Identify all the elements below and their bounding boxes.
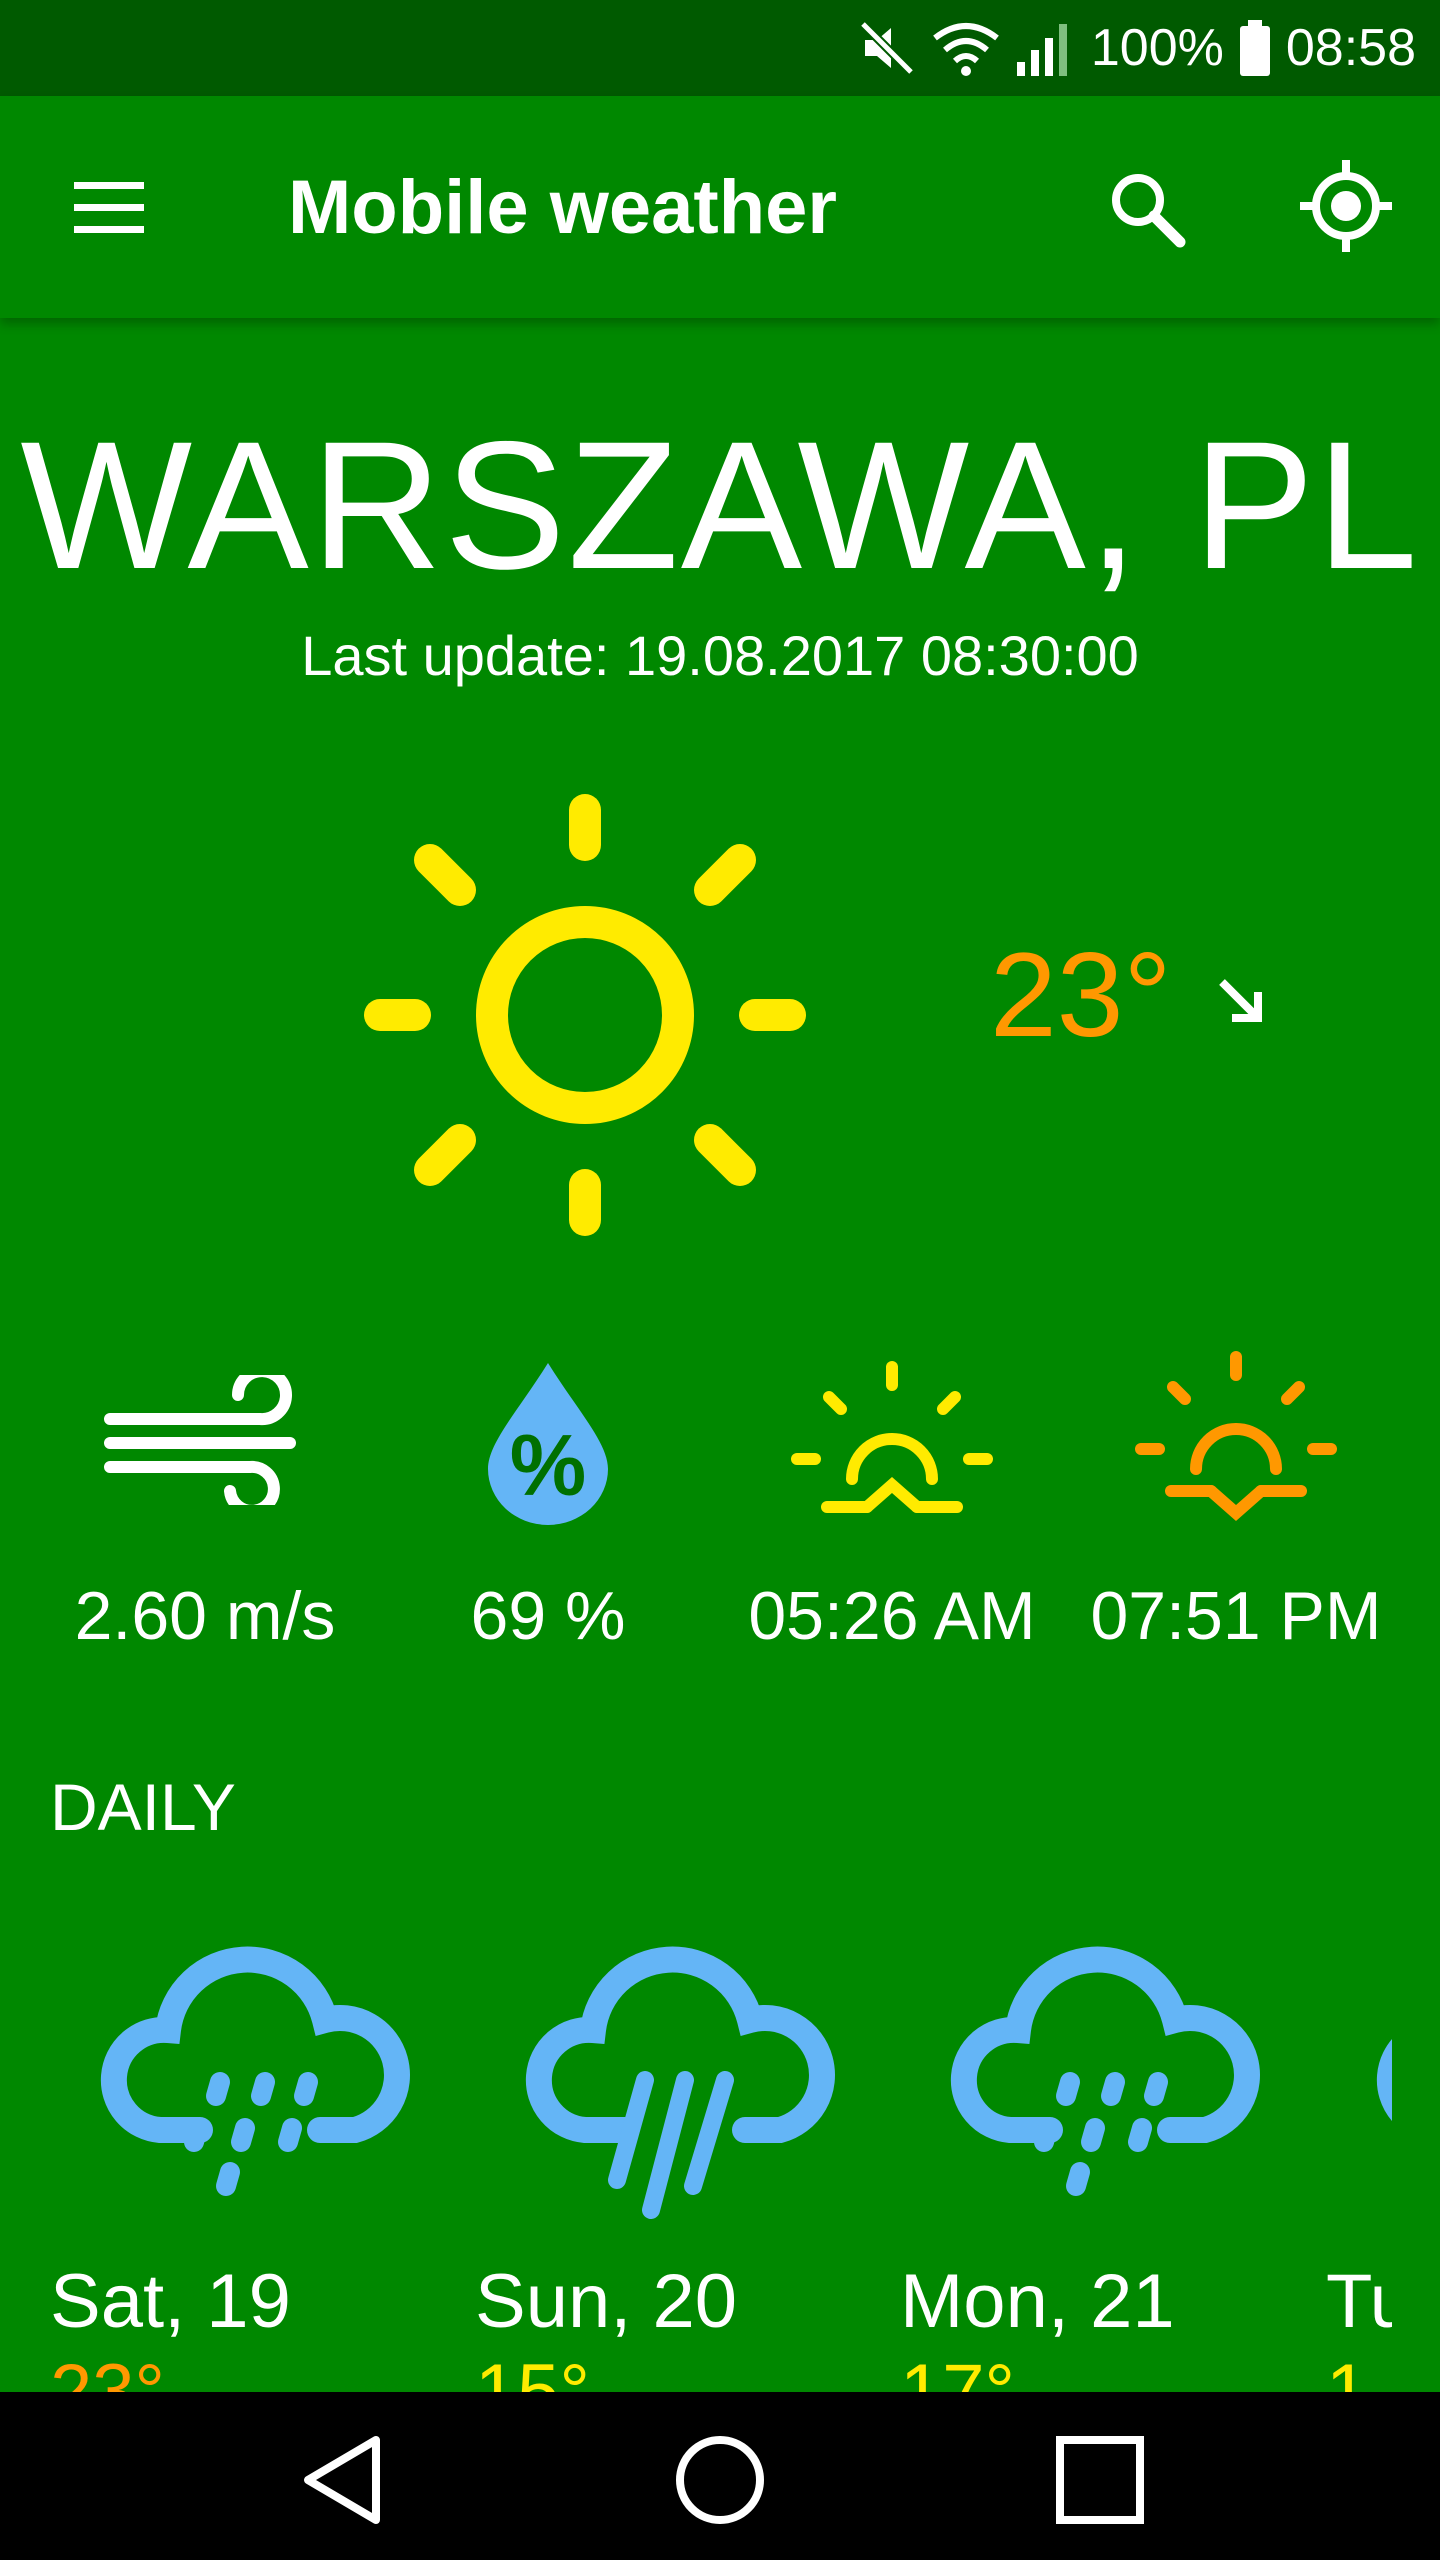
city-name: WARSZAWA, PL <box>20 403 1420 607</box>
menu-icon[interactable] <box>64 168 154 248</box>
home-icon[interactable] <box>670 2430 770 2530</box>
daily-item-sun[interactable]: Sun, 20 15° <box>475 1930 855 2434</box>
daily-item-sat[interactable]: Sat, 19 23° <box>50 1930 430 2434</box>
day-name: Sat, 19 <box>50 2259 291 2344</box>
sunset-time: 07:51 PM <box>1090 1578 1382 1654</box>
wifi-icon <box>933 23 999 76</box>
humidity-icon: % <box>488 1363 608 1525</box>
cloud-icon <box>1376 2038 1392 2121</box>
day-name: Tu <box>1326 2259 1392 2344</box>
stat-wind: 2.60 m/s <box>35 1340 375 1656</box>
rain-drizzle-icon <box>100 1946 410 2196</box>
locate-icon[interactable] <box>1296 156 1396 256</box>
battery-icon <box>1239 20 1270 76</box>
system-nav-bar <box>0 2392 1440 2560</box>
battery-percent: 100% <box>1090 19 1224 77</box>
rain-heavy-icon <box>525 1946 835 2219</box>
rain-drizzle-icon <box>950 1946 1260 2196</box>
humidity-value: 69 % <box>470 1578 626 1654</box>
sunset-icon <box>1135 1351 1337 1521</box>
mute-icon <box>859 20 915 76</box>
last-update-text: Last update: 19.08.2017 08:30:00 <box>301 624 1139 687</box>
recents-icon[interactable] <box>1050 2430 1150 2530</box>
wind-speed-value: 2.60 m/s <box>74 1578 336 1654</box>
sunrise-time: 05:26 AM <box>748 1578 1036 1654</box>
daily-section-label: DAILY <box>50 1770 236 1844</box>
back-icon[interactable] <box>294 2430 394 2530</box>
status-bar: 100% 08:58 <box>0 0 1440 96</box>
status-time: 08:58 <box>1285 19 1416 77</box>
day-name: Mon, 21 <box>900 2259 1175 2344</box>
day-name: Sun, 20 <box>475 2259 737 2344</box>
search-icon[interactable] <box>1100 162 1196 258</box>
svg-text:%: % <box>510 1418 586 1514</box>
arrow-down-right-icon <box>1219 979 1262 1022</box>
stat-sunrise: 05:26 AM <box>722 1340 1062 1656</box>
sun-icon <box>364 794 806 1236</box>
app-title: Mobile weather <box>288 165 837 250</box>
current-temperature: 23° <box>990 928 1172 1062</box>
signal-icon <box>1016 24 1067 76</box>
sunrise-icon <box>791 1361 993 1513</box>
app-bar: Mobile weather <box>0 96 1440 318</box>
stat-humidity: % 69 % <box>378 1340 718 1656</box>
wind-icon <box>104 1375 296 1505</box>
stat-sunset: 07:51 PM <box>1066 1340 1406 1656</box>
daily-item-mon[interactable]: Mon, 21 17° <box>900 1930 1280 2434</box>
